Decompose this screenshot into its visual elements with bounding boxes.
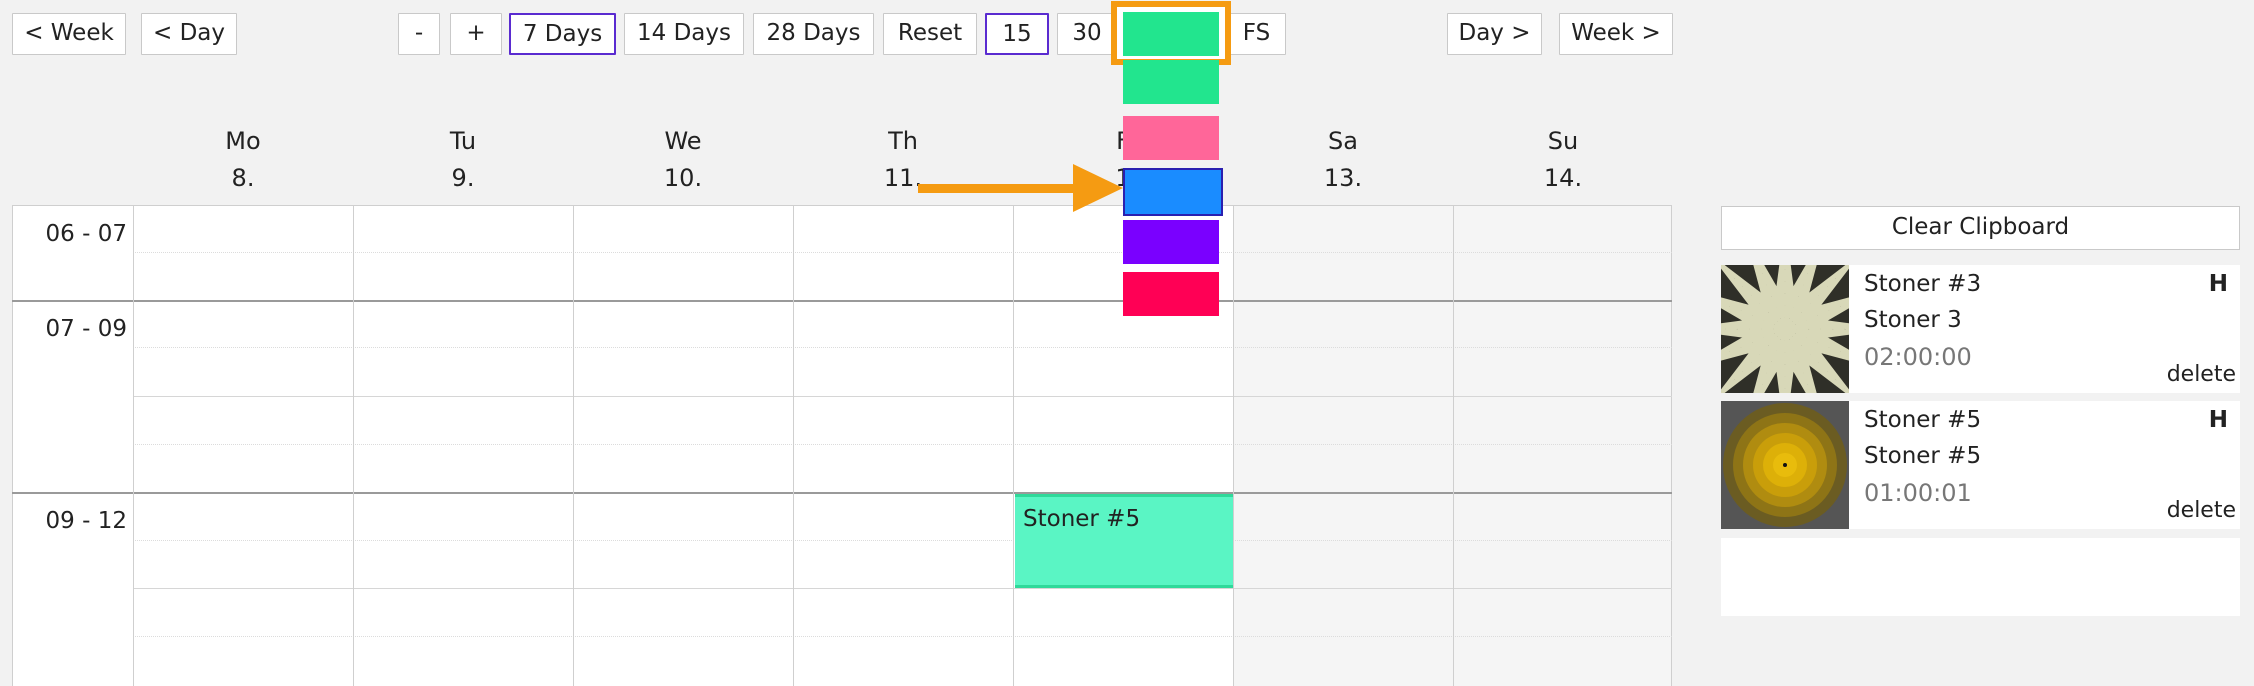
time-label-09-12: 09 - 12 — [45, 508, 127, 534]
day-number-label: 14. — [1543, 164, 1583, 192]
starburst-thumbnail-icon — [1721, 265, 1849, 393]
arrow-annotation-icon — [918, 164, 1123, 212]
prev-week-button[interactable]: < Week — [12, 13, 126, 55]
clip-duration: 01:00:01 — [1864, 479, 1972, 507]
clip-title: Stoner #5 — [1864, 407, 1982, 433]
day-name-label: Mo — [225, 127, 261, 155]
prev-day-button[interactable]: < Day — [141, 13, 237, 55]
fourteen-days-button[interactable]: 14 Days — [624, 13, 744, 55]
weekend-shading — [1233, 206, 1671, 686]
clip-delete-button[interactable]: delete — [2167, 362, 2236, 387]
day-name-label: Sa — [1328, 127, 1358, 155]
color-option-blue[interactable] — [1123, 168, 1223, 216]
day-name-label: Tu — [449, 127, 477, 155]
interval-30-button[interactable]: 30 — [1057, 13, 1117, 55]
next-week-button[interactable]: Week > — [1559, 13, 1673, 55]
clip-flag[interactable]: H — [2209, 271, 2228, 297]
clipboard-drop-area[interactable] — [1721, 538, 2240, 616]
clip-flag[interactable]: H — [2209, 407, 2228, 433]
color-option-red[interactable] — [1123, 272, 1219, 316]
day-number-label: 9. — [451, 164, 475, 192]
twenty-eight-days-button[interactable]: 28 Days — [753, 13, 874, 55]
clip-delete-button[interactable]: delete — [2167, 498, 2236, 523]
interval-15-button[interactable]: 15 — [985, 13, 1049, 55]
time-label-column — [13, 206, 133, 686]
clear-clipboard-button[interactable]: Clear Clipboard — [1721, 206, 2240, 250]
day-number-label: 10. — [663, 164, 703, 192]
seven-days-button[interactable]: 7 Days — [509, 13, 616, 55]
clip-subtitle: Stoner #5 — [1864, 443, 1982, 469]
clipboard-item[interactable]: Stoner #5 Stoner #5 01:00:01 H delete — [1721, 401, 2240, 529]
day-name-label: Su — [1547, 127, 1579, 155]
starburst-ring — [1773, 317, 1797, 341]
fullscreen-button[interactable]: FS — [1227, 13, 1286, 55]
day-name-label: Th — [888, 127, 918, 155]
color-option-green[interactable] — [1123, 60, 1219, 104]
color-option-pink[interactable] — [1123, 116, 1219, 160]
day-name-label: We — [664, 127, 702, 155]
event-title: Stoner #5 — [1023, 506, 1141, 532]
selected-color-swatch[interactable] — [1123, 12, 1219, 56]
reset-button[interactable]: Reset — [883, 13, 977, 55]
day-number-label: 13. — [1323, 164, 1363, 192]
zoom-out-button[interactable]: - — [398, 13, 440, 55]
next-day-button[interactable]: Day > — [1447, 13, 1542, 55]
clipboard-item[interactable]: Stoner #3 Stoner 3 02:00:00 H delete — [1721, 265, 2240, 393]
color-option-purple[interactable] — [1123, 220, 1219, 264]
rings-thumbnail-icon — [1721, 401, 1849, 529]
clip-subtitle: Stoner 3 — [1864, 307, 1962, 333]
calendar-event[interactable]: Stoner #5 — [1015, 494, 1233, 588]
clip-title: Stoner #3 — [1864, 271, 1982, 297]
clip-duration: 02:00:00 — [1864, 343, 1972, 371]
zoom-in-button[interactable]: + — [450, 13, 502, 55]
time-label-07-09: 07 - 09 — [45, 316, 127, 342]
day-number-label: 8. — [231, 164, 255, 192]
time-label-06-07: 06 - 07 — [45, 221, 127, 247]
